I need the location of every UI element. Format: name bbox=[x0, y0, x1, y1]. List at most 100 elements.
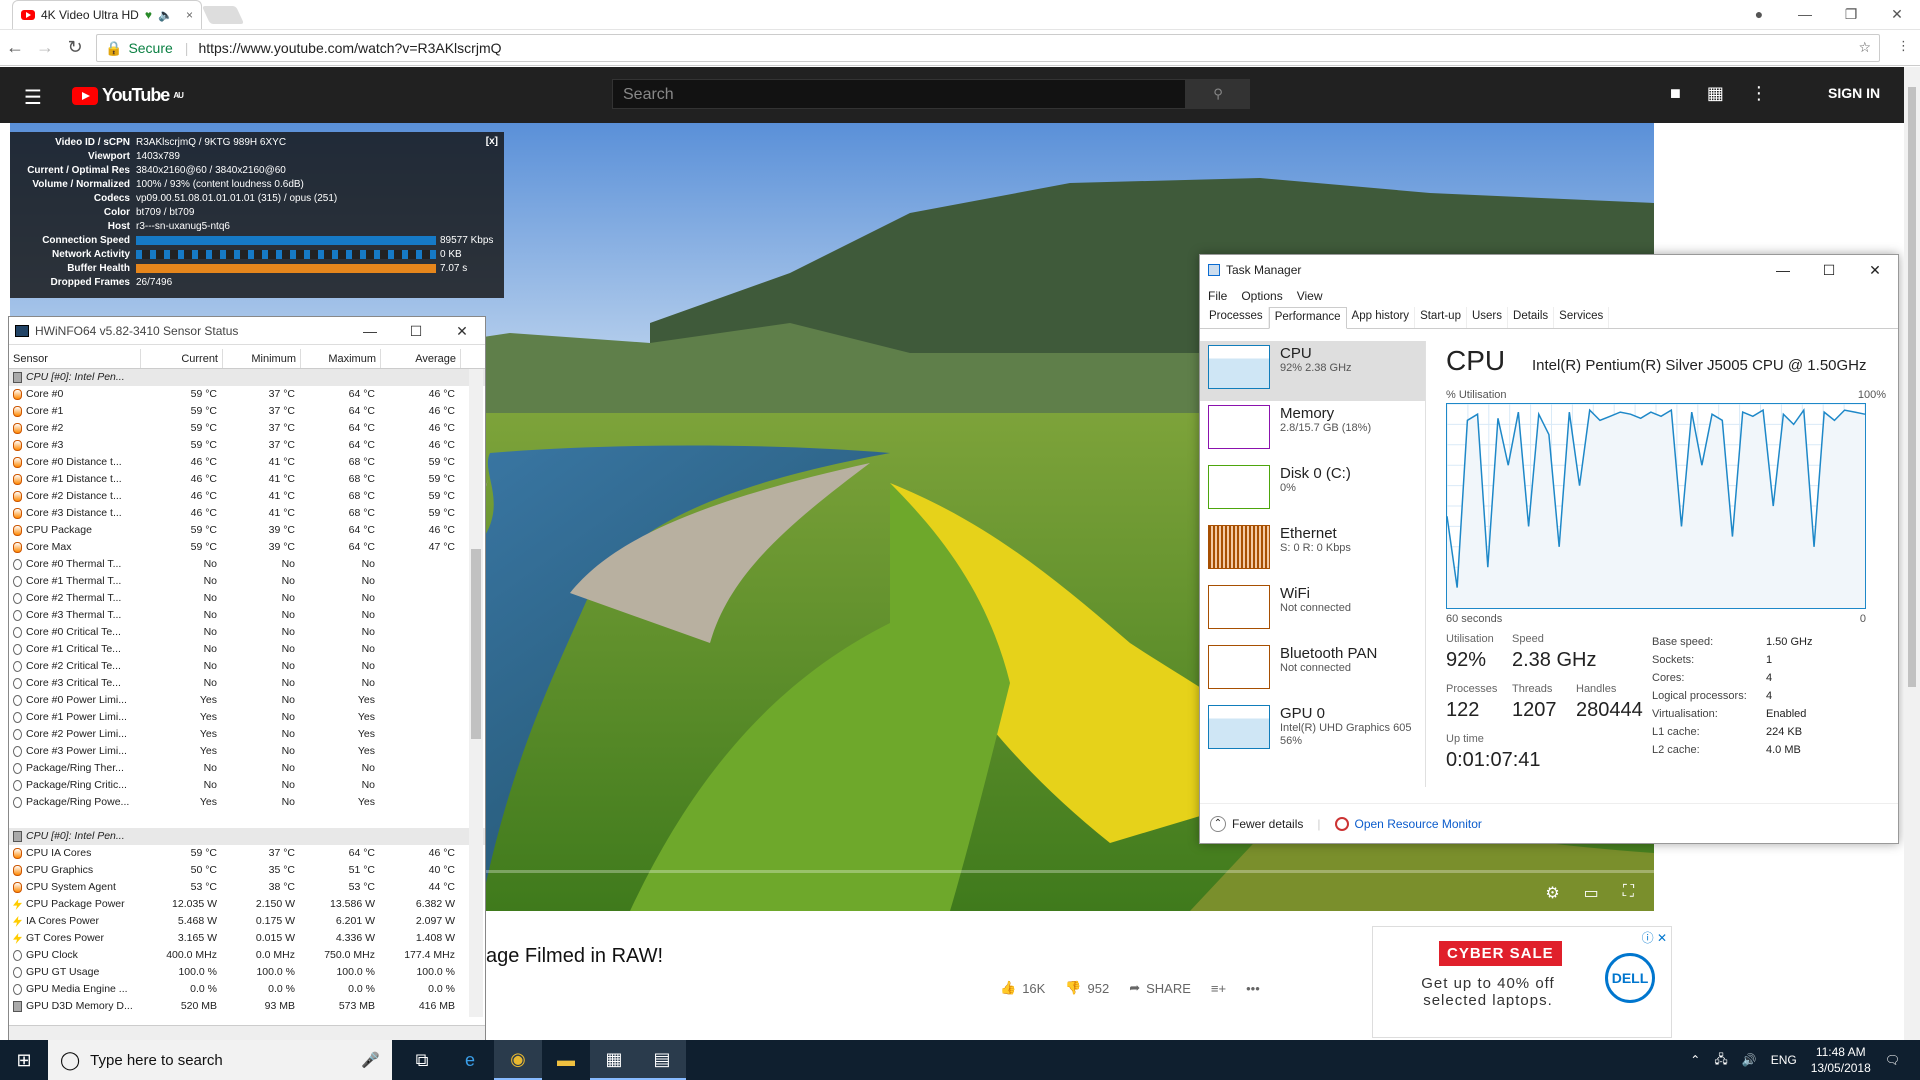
sensor-row[interactable]: GPU D3D Memory D... 520 MB 93 MB 573 MB 416 … bbox=[9, 998, 485, 1015]
stats-close-button[interactable]: [x] bbox=[486, 136, 498, 147]
tab-users[interactable]: Users bbox=[1467, 307, 1509, 328]
profile-icon[interactable]: ● bbox=[1736, 0, 1782, 28]
sensor-row[interactable]: Core #1 Thermal T... No No No bbox=[9, 573, 485, 590]
sensor-row[interactable]: Core #1 Distance t... 46 °C 41 °C 68 °C 59 °… bbox=[9, 471, 485, 488]
sensor-row[interactable]: CPU Package Power 12.035 W 2.150 W 13.586 W… bbox=[9, 896, 485, 913]
tab-start-up[interactable]: Start-up bbox=[1415, 307, 1467, 328]
sensor-row[interactable]: Core #0 Critical Te... No No No bbox=[9, 624, 485, 641]
resource-cpu[interactable]: CPU 92% 2.38 GHz bbox=[1200, 341, 1425, 401]
audio-icon[interactable]: 🔈 bbox=[158, 8, 173, 22]
add-to-playlist-icon[interactable]: ≡+ bbox=[1211, 981, 1226, 996]
sensor-row[interactable]: CPU System Agent 53 °C 38 °C 53 °C 44 °C bbox=[9, 879, 485, 896]
sensor-row[interactable]: Core #1 Power Limi... Yes No Yes bbox=[9, 709, 485, 726]
resource-gpu-0[interactable]: GPU 0 Intel(R) UHD Graphics 605 56% bbox=[1200, 701, 1425, 761]
resource-disk-0-c-[interactable]: Disk 0 (C:) 0% bbox=[1200, 461, 1425, 521]
tab-performance[interactable]: Performance bbox=[1268, 307, 1347, 329]
column-header-average[interactable]: Average bbox=[381, 349, 461, 368]
sensor-row[interactable]: Core #1 Critical Te... No No No bbox=[9, 641, 485, 658]
page-scroll-thumb[interactable] bbox=[1908, 87, 1916, 687]
settings-gear-icon[interactable]: ⚙ bbox=[1545, 883, 1559, 903]
hwinfo-minimize-button[interactable]: — bbox=[347, 317, 393, 345]
sensor-row[interactable]: Core #0 59 °C 37 °C 64 °C 46 °C bbox=[9, 386, 485, 403]
like-button[interactable]: 👍 16K bbox=[1000, 980, 1045, 996]
taskbar-search[interactable]: ◯ Type here to search 🎤 bbox=[48, 1040, 392, 1080]
windows-start-icon[interactable]: ⊞ bbox=[0, 1040, 48, 1080]
sensor-row[interactable]: CPU IA Cores 59 °C 37 °C 64 °C 46 °C bbox=[9, 845, 485, 862]
sensor-row[interactable]: GPU Media Engine ... 0.0 % 0.0 % 0.0 % 0.0 % bbox=[9, 981, 485, 998]
maximize-button[interactable]: ❐ bbox=[1828, 0, 1874, 28]
sensor-row[interactable]: Core #2 59 °C 37 °C 64 °C 46 °C bbox=[9, 420, 485, 437]
fullscreen-icon[interactable]: ⛶ bbox=[1623, 883, 1634, 903]
sensor-row[interactable]: Core #2 Distance t... 46 °C 41 °C 68 °C 59 °… bbox=[9, 488, 485, 505]
sensor-row[interactable]: Core #0 Thermal T... No No No bbox=[9, 556, 485, 573]
hwinfo-maximize-button[interactable]: ☐ bbox=[393, 317, 439, 345]
share-button[interactable]: ➦ SHARE bbox=[1129, 980, 1191, 996]
sensor-row[interactable]: Core #2 Thermal T... No No No bbox=[9, 590, 485, 607]
sensor-row[interactable] bbox=[9, 811, 485, 828]
tm-minimize-button[interactable]: — bbox=[1760, 255, 1806, 285]
sensor-row[interactable]: Core #1 59 °C 37 °C 64 °C 46 °C bbox=[9, 403, 485, 420]
more-actions-icon[interactable]: ••• bbox=[1246, 981, 1260, 996]
resource-bluetooth-pan[interactable]: Bluetooth PAN Not connected bbox=[1200, 641, 1425, 701]
sensor-row[interactable]: GPU GT Usage 100.0 % 100.0 % 100.0 % 100.0 % bbox=[9, 964, 485, 981]
new-tab-button[interactable] bbox=[201, 6, 245, 24]
tab-services[interactable]: Services bbox=[1554, 307, 1610, 328]
dislike-button[interactable]: 👎 952 bbox=[1065, 980, 1109, 996]
column-header-sensor[interactable]: Sensor bbox=[9, 349, 141, 368]
upload-video-icon[interactable]: ■ bbox=[1670, 83, 1681, 104]
sensor-row[interactable]: IA Cores Power 5.468 W 0.175 W 6.201 W 2.097… bbox=[9, 913, 485, 930]
column-header-maximum[interactable]: Maximum bbox=[301, 349, 381, 368]
tab-details[interactable]: Details bbox=[1508, 307, 1555, 328]
search-input[interactable]: Search bbox=[612, 79, 1186, 109]
sensor-row[interactable]: Core #2 Critical Te... No No No bbox=[9, 658, 485, 675]
volume-icon[interactable]: 🔊 bbox=[1742, 1053, 1757, 1067]
hwinfo-scrollbar[interactable] bbox=[469, 369, 483, 1017]
task-view-icon[interactable]: ⧉ bbox=[398, 1040, 446, 1080]
clock[interactable]: 11:48 AM 13/05/2018 bbox=[1811, 1044, 1871, 1076]
search-button[interactable]: ⚲ bbox=[1186, 79, 1250, 109]
omnibox[interactable]: 🔒 Secure | https://www.youtube.com/watch… bbox=[96, 34, 1880, 62]
microphone-icon[interactable]: 🎤 bbox=[361, 1051, 380, 1069]
hamburger-icon[interactable]: ☰ bbox=[24, 85, 42, 110]
notifications-icon[interactable]: 🗨 bbox=[1885, 1053, 1900, 1067]
resource-memory[interactable]: Memory 2.8/15.7 GB (18%) bbox=[1200, 401, 1425, 461]
task-manager-taskbar-icon[interactable]: ▤ bbox=[638, 1040, 686, 1080]
youtube-logo[interactable]: YouTube AU bbox=[72, 85, 184, 106]
sensor-row[interactable]: Package/Ring Ther... No No No bbox=[9, 760, 485, 777]
sign-in-button[interactable]: SIGN IN bbox=[1828, 85, 1880, 101]
language-indicator[interactable]: ENG bbox=[1771, 1053, 1797, 1067]
back-icon[interactable]: ← bbox=[0, 37, 30, 58]
sensor-row[interactable]: Package/Ring Critic... No No No bbox=[9, 777, 485, 794]
sensor-row[interactable]: Core #3 59 °C 37 °C 64 °C 46 °C bbox=[9, 437, 485, 454]
sensor-row[interactable]: GT Cores Power 3.165 W 0.015 W 4.336 W 1.408… bbox=[9, 930, 485, 947]
sensor-row[interactable]: Core #0 Distance t... 46 °C 41 °C 68 °C 59 °… bbox=[9, 454, 485, 471]
column-header-minimum[interactable]: Minimum bbox=[223, 349, 301, 368]
hwinfo-taskbar-icon[interactable]: ▦ bbox=[590, 1040, 638, 1080]
sensor-row[interactable]: Core #3 Distance t... 46 °C 41 °C 68 °C 59 °… bbox=[9, 505, 485, 522]
sensor-row[interactable]: GPU Clock 400.0 MHz 0.0 MHz 750.0 MHz 177.4 … bbox=[9, 947, 485, 964]
sensor-row[interactable]: Core #2 Power Limi... Yes No Yes bbox=[9, 726, 485, 743]
more-icon[interactable]: ⋮ bbox=[1750, 83, 1768, 104]
edge-icon[interactable]: e bbox=[446, 1040, 494, 1080]
sensor-row[interactable]: CPU Package 59 °C 39 °C 64 °C 46 °C bbox=[9, 522, 485, 539]
advertisement[interactable]: ⓘ ✕ CYBER SALE Get up to 40% off selecte… bbox=[1372, 926, 1672, 1038]
page-scrollbar[interactable] bbox=[1904, 67, 1920, 1040]
tab-processes[interactable]: Processes bbox=[1204, 307, 1269, 328]
sensor-group[interactable]: CPU [#0]: Intel Pen... bbox=[9, 828, 485, 845]
tab-app-history[interactable]: App history bbox=[1347, 307, 1416, 328]
network-icon[interactable]: 🖧 bbox=[1714, 1050, 1727, 1071]
tray-chevron-icon[interactable]: ⌃ bbox=[1690, 1053, 1700, 1067]
menu-options[interactable]: Options bbox=[1241, 289, 1282, 303]
chrome-icon[interactable]: ◉ bbox=[494, 1040, 542, 1080]
bookmark-star-icon[interactable]: ☆ bbox=[1858, 39, 1871, 56]
tm-maximize-button[interactable]: ☐ bbox=[1806, 255, 1852, 285]
fewer-details-button[interactable]: ⌃ Fewer details bbox=[1210, 815, 1303, 832]
tm-close-button[interactable]: ✕ bbox=[1852, 255, 1898, 285]
tab-close-icon[interactable]: × bbox=[186, 8, 193, 22]
apps-grid-icon[interactable]: ▦ bbox=[1707, 83, 1724, 104]
forward-icon[interactable]: → bbox=[30, 37, 60, 58]
sensor-row[interactable]: Core #3 Thermal T... No No No bbox=[9, 607, 485, 624]
hwinfo-close-button[interactable]: ✕ bbox=[439, 317, 485, 345]
sensor-row[interactable]: Core #0 Power Limi... Yes No Yes bbox=[9, 692, 485, 709]
sensor-row[interactable]: Package/Ring Powe... Yes No Yes bbox=[9, 794, 485, 811]
